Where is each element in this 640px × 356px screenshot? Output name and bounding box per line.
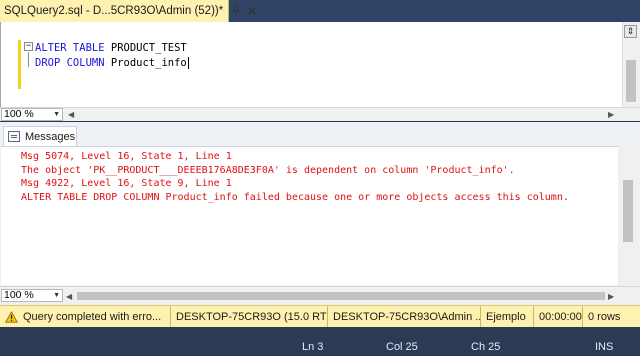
elapsed-cell: 00:00:00 (533, 305, 582, 328)
server-name: DESKTOP-75CR93O (15.0 RTM) (176, 310, 327, 323)
query-editor[interactable]: − ALTER TABLE PRODUCT_TEST DROP COLUMN P… (0, 22, 640, 107)
outline-guide (28, 52, 29, 67)
scroll-left-icon[interactable]: ◀ (68, 110, 74, 119)
sql-identifier: PRODUCT_TEST (104, 42, 187, 54)
query-tab[interactable]: SQLQuery2.sql - D...5CR93O\Admin (52))* … (0, 0, 256, 22)
messages-tab[interactable]: Messages (3, 126, 77, 146)
database-cell: Ejemplo (480, 305, 533, 328)
editor-zoom-value: 100 % (4, 108, 34, 120)
query-status-text: Query completed with erro... (23, 310, 162, 323)
row-count: 0 rows (588, 310, 621, 323)
sql-identifier: Product_info (104, 57, 187, 69)
char-indicator: Ch 25 (471, 341, 501, 353)
code-text[interactable]: ALTER TABLE PRODUCT_TEST DROP COLUMN Pro… (35, 41, 189, 71)
sql-keyword: ALTER TABLE (35, 42, 105, 54)
collapse-outline-icon[interactable]: − (24, 42, 33, 51)
insert-mode-indicator: INS (595, 341, 614, 353)
change-tracking-bar (18, 40, 21, 89)
chevron-down-icon: ▼ (53, 111, 60, 118)
sql-keyword: DROP COLUMN (35, 57, 105, 69)
messages-pane[interactable]: Msg 5074, Level 16, State 1, Line 1 The … (1, 146, 618, 285)
results-zoom-select[interactable]: 100 % ▼ (1, 289, 63, 302)
line-indicator: Ln 3 (302, 341, 324, 353)
chevron-down-icon: ▼ (53, 292, 60, 299)
rows-cell: 0 rows (582, 305, 640, 328)
database-name: Ejemplo (486, 310, 526, 323)
close-tab-icon[interactable]: ✕ (247, 5, 256, 18)
column-indicator: Col 25 (386, 341, 418, 353)
results-hscroll-thumb[interactable] (77, 292, 605, 300)
scroll-right-icon[interactable]: ▶ (608, 110, 614, 119)
message-line: ALTER TABLE DROP COLUMN Product_info fai… (21, 191, 569, 203)
editor-zoom-bar: 100 % ▼ ◀ ▶ (0, 107, 640, 121)
messages-icon (8, 131, 20, 142)
editor-zoom-select[interactable]: 100 % ▼ (1, 108, 63, 121)
message-line: Msg 5074, Level 16, State 1, Line 1 (21, 151, 232, 162)
messages-scroll-thumb[interactable] (623, 180, 633, 242)
elapsed-time: 00:00:00 (539, 310, 582, 323)
login-name: DESKTOP-75CR93O\Admin ... (333, 310, 480, 323)
server-cell: DESKTOP-75CR93O (15.0 RTM) (170, 305, 327, 328)
messages-tab-label: Messages (25, 130, 76, 143)
messages-vertical-scrollbar[interactable] (618, 146, 638, 285)
message-line: The object 'PK__PRODUCT___DEEEB176A8DE3F… (21, 164, 515, 176)
message-line: Msg 4922, Level 16, State 9, Line 1 (21, 178, 232, 189)
scroll-right-icon[interactable]: ▶ (608, 292, 614, 301)
login-cell: DESKTOP-75CR93O\Admin ... (327, 305, 480, 328)
messages-text: Msg 5074, Level 16, State 1, Line 1 The … (21, 150, 569, 204)
query-status-cell: Query completed with erro... (0, 306, 170, 328)
query-tab-title: SQLQuery2.sql - D...5CR93O\Admin (52))* (4, 5, 224, 17)
results-zoom-bar: 100 % ▼ ◀ ▶ (0, 286, 640, 305)
editor-scroll-thumb[interactable] (626, 60, 636, 102)
text-caret (187, 57, 189, 69)
ide-status-bar: Ln 3 Col 25 Ch 25 INS (0, 327, 640, 356)
scroll-left-icon[interactable]: ◀ (66, 292, 72, 301)
query-status-bar: Query completed with erro... DESKTOP-75C… (0, 305, 640, 328)
pin-icon[interactable] (231, 5, 241, 18)
split-window-icon[interactable]: ⇕ (624, 25, 637, 38)
warning-icon (5, 310, 18, 323)
document-tab-strip: SQLQuery2.sql - D...5CR93O\Admin (52))* … (0, 0, 640, 22)
results-zoom-value: 100 % (4, 289, 34, 301)
